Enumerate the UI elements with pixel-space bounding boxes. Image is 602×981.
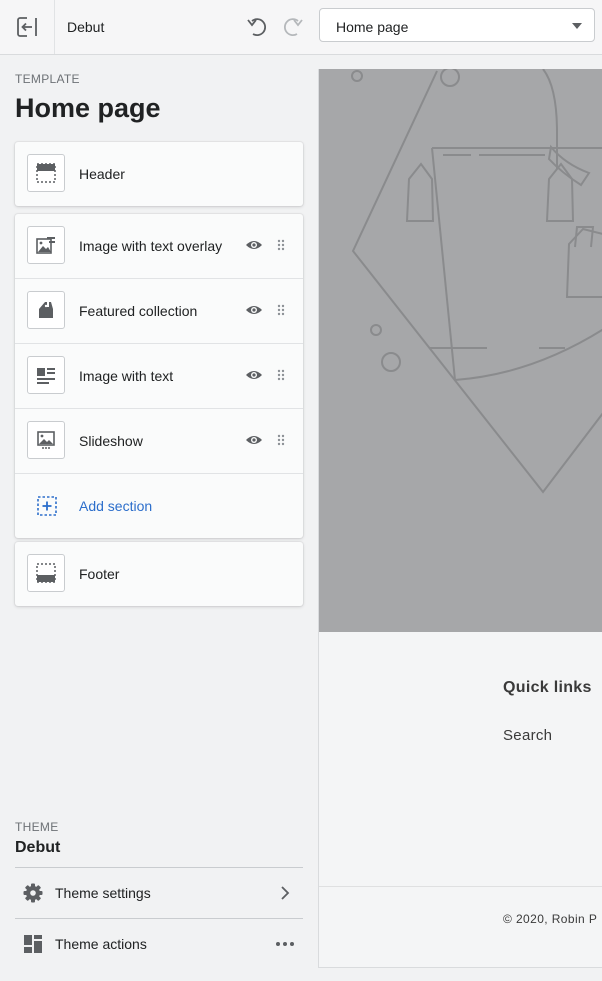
add-section-button[interactable]: Add section bbox=[15, 474, 303, 538]
footer-divider bbox=[319, 886, 602, 887]
chevron-right-icon bbox=[275, 883, 295, 903]
theme-name: Debut bbox=[15, 839, 61, 856]
exit-icon bbox=[17, 17, 37, 37]
eye-icon[interactable] bbox=[245, 368, 263, 382]
theme-settings-button[interactable]: Theme settings bbox=[15, 868, 303, 918]
drag-handle-icon[interactable] bbox=[276, 369, 286, 381]
section-label: Image with text bbox=[79, 368, 174, 384]
redo-icon bbox=[283, 18, 303, 37]
template-kicker: TEMPLATE bbox=[15, 72, 80, 86]
drag-handle-icon[interactable] bbox=[276, 434, 286, 446]
theme-settings-label: Theme settings bbox=[55, 885, 151, 901]
drag-handle-icon[interactable] bbox=[276, 239, 286, 251]
theme-actions-icon bbox=[24, 935, 42, 953]
theme-kicker: THEME bbox=[15, 820, 59, 834]
section-label: Featured collection bbox=[79, 303, 198, 319]
template-select[interactable]: Home page bbox=[319, 8, 595, 42]
header-tile bbox=[27, 154, 65, 192]
theme-actions-label: Theme actions bbox=[55, 936, 147, 952]
section-tile bbox=[27, 356, 65, 394]
undo-button[interactable] bbox=[244, 14, 270, 40]
section-label: Slideshow bbox=[79, 433, 143, 449]
header-card: Header bbox=[15, 142, 303, 206]
quick-link-search[interactable]: Search bbox=[503, 727, 552, 744]
sidebar: TEMPLATE Home page Header Image with tex… bbox=[0, 55, 318, 981]
sections-card: Image with text overlay Featured collect… bbox=[15, 214, 303, 538]
footer-layout-icon bbox=[36, 563, 56, 583]
section-item-slideshow[interactable]: Slideshow bbox=[15, 409, 303, 474]
tag-icon bbox=[39, 302, 53, 318]
section-item-image-with-text[interactable]: Image with text bbox=[15, 344, 303, 409]
section-item-footer[interactable]: Footer bbox=[15, 542, 303, 606]
slideshow-icon bbox=[37, 431, 55, 449]
image-with-text-icon bbox=[37, 368, 55, 384]
footer-card: Footer bbox=[15, 542, 303, 606]
topbar-divider bbox=[54, 0, 55, 54]
eye-icon[interactable] bbox=[245, 433, 263, 447]
section-item-image-with-text-overlay[interactable]: Image with text overlay bbox=[15, 214, 303, 279]
template-title: Home page bbox=[15, 93, 161, 123]
top-bar: Debut Home page bbox=[0, 0, 602, 55]
store-name: Debut bbox=[67, 19, 105, 35]
undo-icon bbox=[247, 18, 267, 37]
add-section-label: Add section bbox=[79, 498, 153, 514]
section-tile bbox=[27, 291, 65, 329]
preview-bottom-border bbox=[318, 967, 602, 968]
footer-tile bbox=[27, 554, 65, 592]
header-layout-icon bbox=[36, 163, 56, 183]
add-section-icon bbox=[37, 496, 57, 516]
eye-icon[interactable] bbox=[245, 303, 263, 317]
section-label: Footer bbox=[79, 566, 120, 582]
exit-editor-button[interactable] bbox=[0, 0, 54, 54]
section-item-featured-collection[interactable]: Featured collection bbox=[15, 279, 303, 344]
section-label: Image with text overlay bbox=[79, 238, 223, 254]
section-item-header[interactable]: Header bbox=[15, 142, 303, 206]
image-with-text-overlay-icon bbox=[36, 237, 55, 254]
copyright-text: © 2020, Robin P bbox=[503, 912, 598, 926]
hero-image-placeholder[interactable] bbox=[319, 69, 602, 632]
template-select-value: Home page bbox=[336, 19, 409, 35]
bag-illustration bbox=[351, 69, 602, 494]
chevron-down-icon bbox=[572, 23, 582, 29]
add-section-icon-wrap bbox=[37, 496, 57, 516]
redo-button[interactable] bbox=[280, 14, 306, 40]
theme-actions-button[interactable]: Theme actions bbox=[15, 919, 303, 969]
more-horizontal-icon[interactable] bbox=[275, 934, 295, 954]
section-label: Header bbox=[79, 166, 125, 182]
drag-handle-icon[interactable] bbox=[276, 304, 286, 316]
store-preview: Quick links Search © 2020, Robin P bbox=[318, 69, 602, 967]
section-tile bbox=[27, 226, 65, 264]
quick-links-title: Quick links bbox=[503, 679, 592, 696]
eye-icon[interactable] bbox=[245, 238, 263, 252]
section-tile bbox=[27, 421, 65, 459]
gear-icon bbox=[23, 883, 43, 903]
